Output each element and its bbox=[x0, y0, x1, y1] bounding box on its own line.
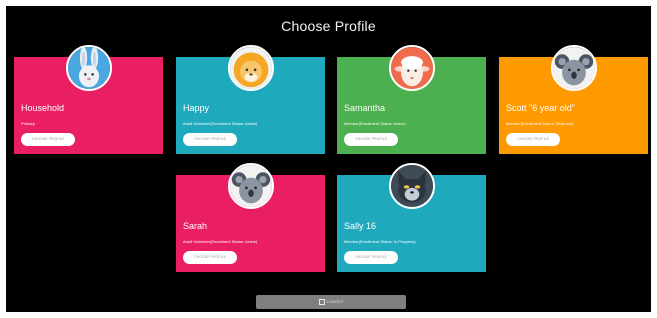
logout-icon bbox=[318, 298, 325, 305]
logout-label: LOGOUT bbox=[326, 299, 344, 304]
choose-profile-button[interactable]: CHOOSE PROFILE bbox=[183, 133, 237, 146]
koala-icon bbox=[228, 163, 274, 209]
profile-name: Sarah bbox=[183, 221, 208, 231]
profile-name: Sally 16 bbox=[344, 221, 377, 231]
choose-profile-button[interactable]: CHOOSE PROFILE bbox=[344, 251, 398, 264]
koala-icon bbox=[551, 45, 597, 91]
choose-profile-button[interactable]: CHOOSE PROFILE bbox=[506, 133, 560, 146]
lion-icon bbox=[228, 45, 274, 91]
profile-name: Happy bbox=[183, 103, 210, 113]
choose-profile-button[interactable]: CHOOSE PROFILE bbox=[183, 251, 237, 264]
profile-status: Adult Volunteer(Enrollment Status: Activ… bbox=[183, 121, 258, 126]
rabbit-icon bbox=[66, 45, 112, 91]
sheep-icon bbox=[389, 45, 435, 91]
profile-status: Member(Enrollment Status: Active) bbox=[344, 121, 406, 126]
choose-profile-button[interactable]: CHOOSE PROFILE bbox=[344, 133, 398, 146]
profile-status: Member(Enrollment Status: Returned) bbox=[506, 121, 574, 126]
choose-profile-button[interactable]: CHOOSE PROFILE bbox=[21, 133, 75, 146]
wolf-icon bbox=[389, 163, 435, 209]
profile-status: Adult Volunteer(Enrollment Status: Activ… bbox=[183, 239, 258, 244]
profile-screen: Choose Profile Household Primary CHOOSE … bbox=[6, 6, 651, 312]
profile-name: Household bbox=[21, 103, 65, 113]
profile-name: Scott "6 year old" bbox=[506, 103, 575, 113]
page-title: Choose Profile bbox=[281, 18, 376, 34]
profile-name: Samantha bbox=[344, 103, 386, 113]
profile-status: Primary bbox=[21, 121, 35, 126]
profile-status: Member(Enrollment Status: In Progress) bbox=[344, 239, 416, 244]
logout-button[interactable]: LOGOUT bbox=[256, 295, 406, 309]
